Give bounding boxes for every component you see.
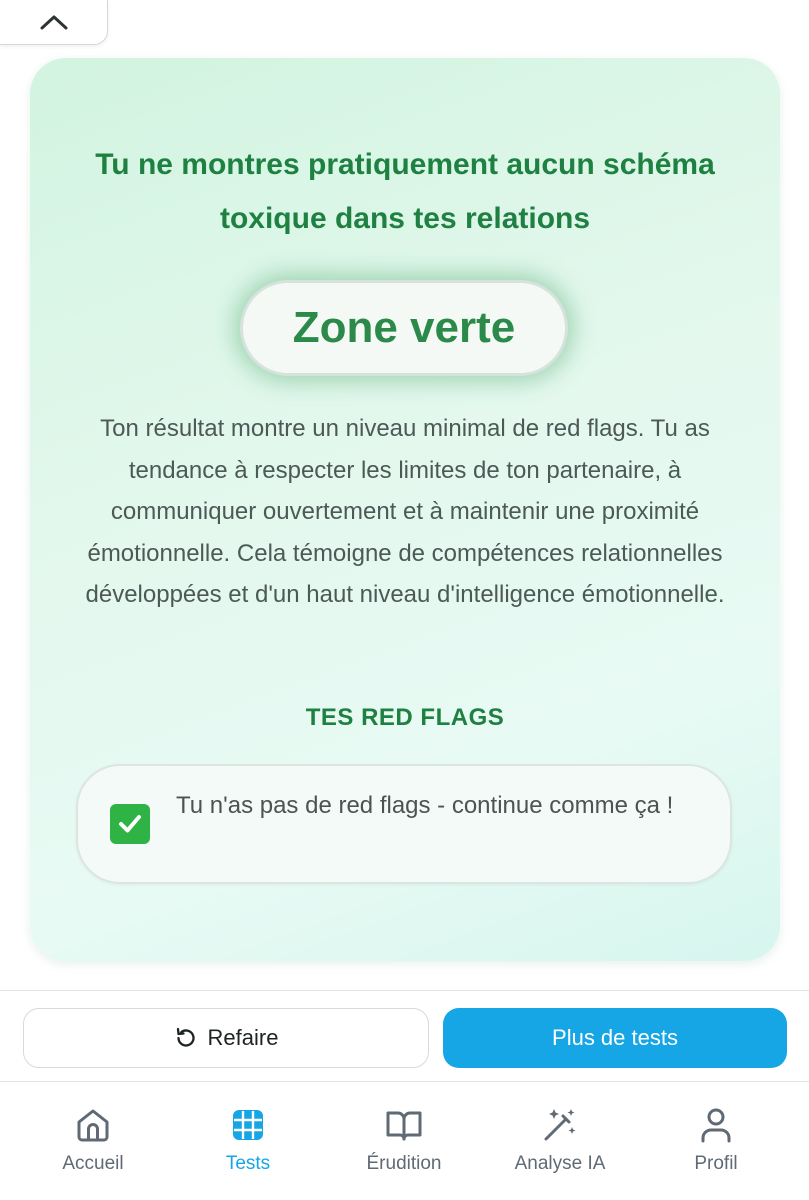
chevron-up-icon: [40, 15, 67, 30]
red-flags-title: TES RED FLAGS: [305, 704, 505, 731]
nav-label-profile: Profil: [694, 1153, 738, 1174]
rotate-ccw-icon: [176, 1027, 195, 1047]
red-flags-message: Tu n'as pas de red flags - continue comm…: [176, 792, 674, 819]
result-card: Tu ne montres pratiquement aucun schéma …: [30, 58, 780, 961]
nav-label-ai-analysis: Analyse IA: [514, 1153, 606, 1174]
nav-item-tests[interactable]: Tests: [178, 1105, 318, 1185]
actions-bar: Refaire Plus de tests: [0, 990, 809, 1082]
zone-badge: Zone verte: [240, 280, 568, 376]
nav-item-learning[interactable]: Érudition: [334, 1105, 474, 1185]
nav-label-tests: Tests: [225, 1153, 271, 1174]
bottom-nav: Accueil Tests Érudition Analyse IA Profi…: [0, 1083, 809, 1200]
book-icon: [386, 1111, 422, 1141]
red-flags-box: Tu n'as pas de red flags - continue comm…: [76, 764, 732, 884]
user-icon: [701, 1108, 731, 1143]
result-headline: Tu ne montres pratiquement aucun schéma …: [95, 148, 715, 235]
result-description: Ton résultat montre un niveau minimal de…: [85, 415, 725, 608]
check-mark-icon: [110, 804, 150, 844]
home-icon: [77, 1109, 109, 1142]
redo-button[interactable]: Refaire: [23, 1008, 429, 1068]
nav-label-home: Accueil: [62, 1153, 124, 1174]
nav-item-profile[interactable]: Profil: [646, 1105, 786, 1185]
grid-icon: [233, 1110, 263, 1140]
nav-item-ai-analysis[interactable]: Analyse IA: [490, 1105, 630, 1185]
magic-wand-icon: [544, 1109, 576, 1141]
nav-item-home[interactable]: Accueil: [23, 1105, 163, 1185]
nav-label-learning: Érudition: [366, 1153, 442, 1174]
collapse-button[interactable]: [0, 0, 108, 45]
redo-button-label: Refaire: [207, 1025, 279, 1050]
more-tests-button[interactable]: Plus de tests: [443, 1008, 787, 1068]
